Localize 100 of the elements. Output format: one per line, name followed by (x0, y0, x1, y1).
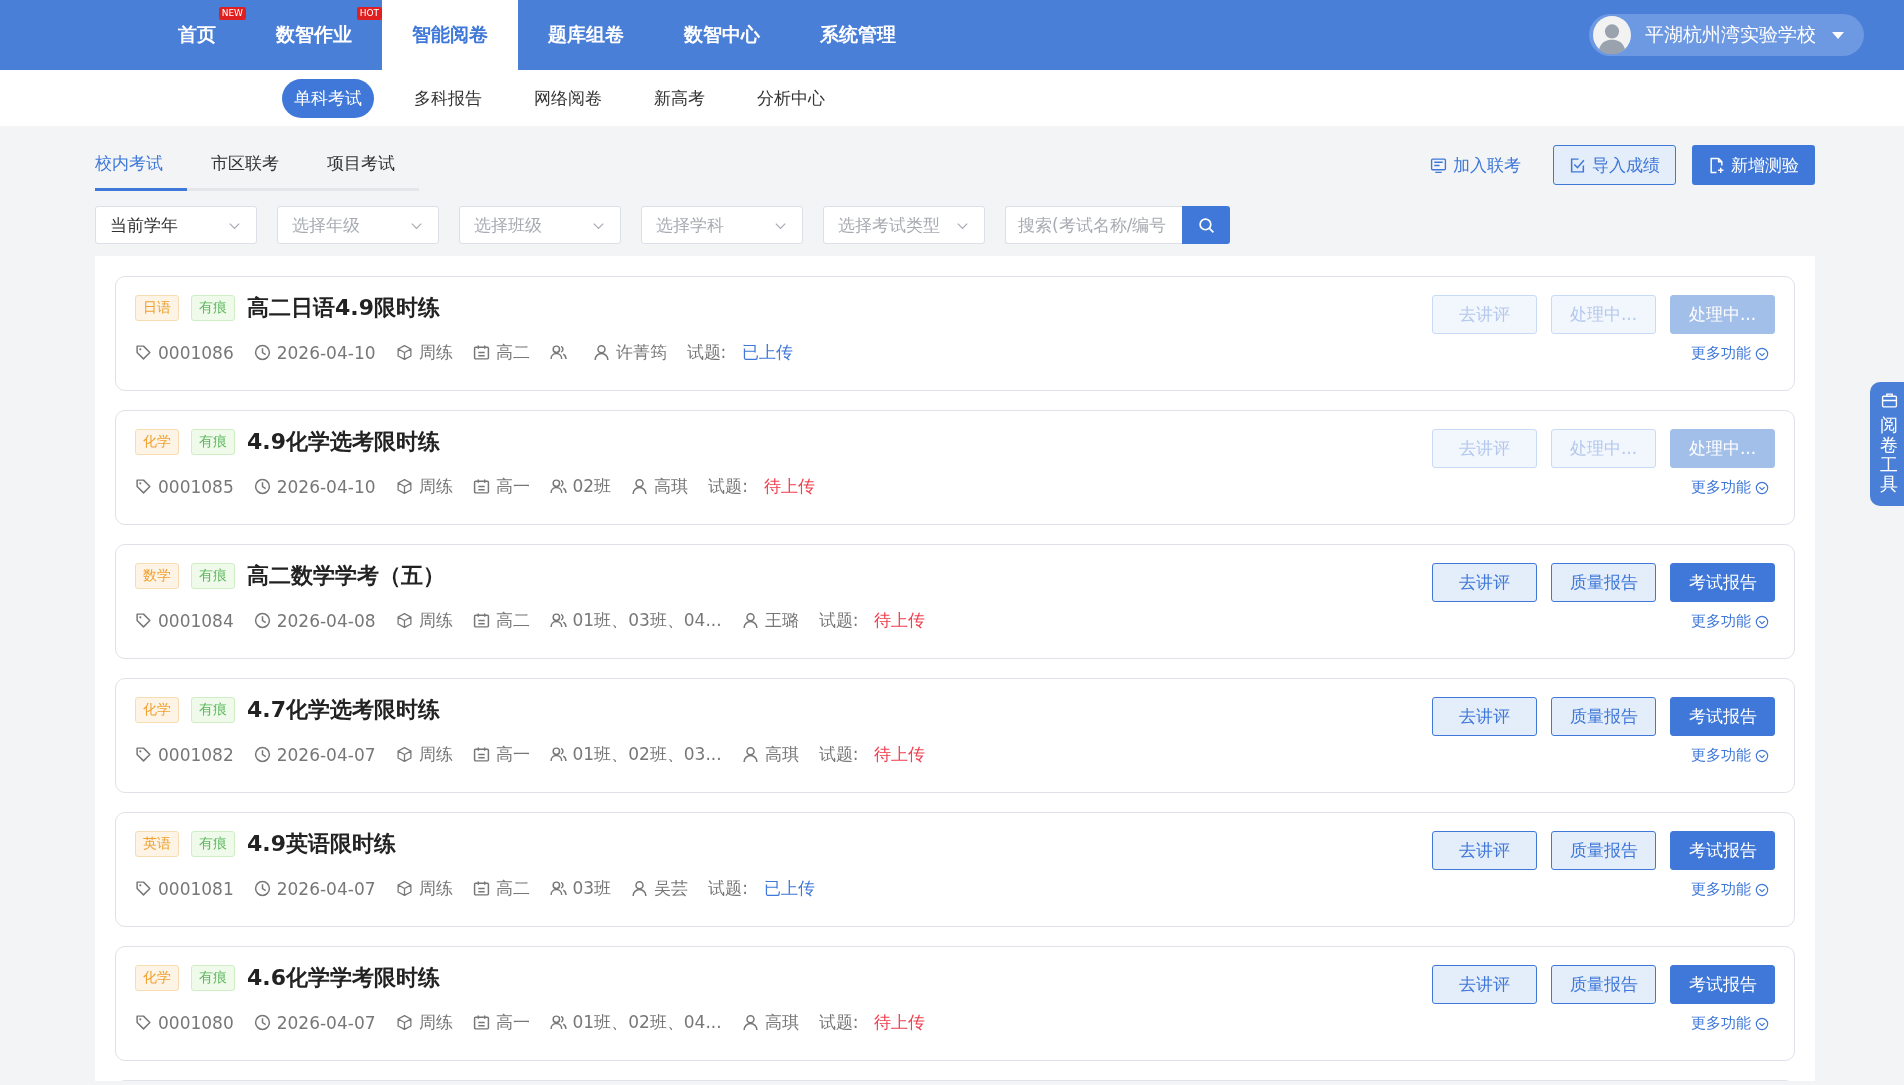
more-functions-link[interactable]: 更多功能 (1691, 344, 1769, 363)
chevron-circle-icon (1755, 346, 1769, 361)
exam-date: 2026-04-10 (276, 342, 376, 363)
exam-tab[interactable]: 市区联考 (187, 139, 303, 191)
tag-icon (135, 880, 152, 897)
action-button[interactable]: 质量报告 (1551, 563, 1656, 602)
exam-title[interactable]: 4.9化学选考限时练 (247, 427, 440, 457)
action-button[interactable]: 考试报告 (1670, 965, 1775, 1004)
search-field[interactable]: 搜索(考试名称/编号 (1005, 206, 1182, 244)
cube-icon (395, 612, 413, 629)
action-button[interactable]: 考试报告 (1670, 697, 1775, 736)
exam-code: 0001086 (158, 342, 234, 363)
chevron-circle-icon (1755, 882, 1769, 897)
select-field[interactable]: 当前学年 (95, 206, 257, 244)
people-icon (549, 880, 567, 897)
paper-label: 试题: (708, 877, 748, 900)
action-button[interactable]: 质量报告 (1551, 697, 1656, 736)
search-button[interactable] (1182, 206, 1230, 244)
person-icon (741, 746, 759, 763)
cube-icon (395, 880, 413, 897)
more-functions-link[interactable]: 更多功能 (1691, 612, 1769, 631)
import-button[interactable]: 导入成绩 (1553, 145, 1676, 185)
calendar-icon (472, 344, 490, 361)
grade-text: 高一 (495, 743, 530, 766)
exam-title[interactable]: 高二日语4.9限时练 (247, 293, 440, 323)
paper-status[interactable]: 待上传 (874, 743, 926, 766)
more-functions-link[interactable]: 更多功能 (1691, 880, 1769, 899)
action-button[interactable]: 去讲评 (1432, 831, 1537, 870)
subject-tag: 化学 (135, 429, 179, 455)
exam-title[interactable]: 4.7化学选考限时练 (247, 695, 440, 725)
paper-label: 试题: (818, 743, 859, 766)
user-menu[interactable]: 平湖杭州湾实验学校 (1589, 14, 1864, 56)
tag-icon (135, 344, 152, 361)
exam-title[interactable]: 高二数学学考（五） (247, 561, 445, 591)
exam-code: 0001084 (158, 610, 234, 631)
people-icon (549, 1014, 567, 1031)
cube-icon (395, 344, 413, 361)
paper-status[interactable]: 待上传 (874, 1011, 926, 1034)
action-button[interactable]: 去讲评 (1432, 965, 1537, 1004)
calendar-icon (472, 478, 490, 495)
side-tool-button[interactable]: 阅卷工具 (1870, 382, 1904, 507)
teacher-name: 吴芸 (654, 877, 689, 900)
person-icon (631, 880, 649, 897)
more-functions-link[interactable]: 更多功能 (1691, 1014, 1769, 1033)
exam-date: 2026-04-07 (276, 878, 376, 899)
select-field[interactable]: 选择年级 (277, 206, 439, 244)
paper-label: 试题: (818, 1011, 859, 1034)
exam-code: 0001082 (158, 744, 234, 765)
join-link[interactable]: 加入联考 (1414, 145, 1537, 185)
nav-tab[interactable]: 系统管理 (790, 0, 926, 70)
class-list: 01班、02班、03... (572, 743, 722, 766)
cube-icon (395, 478, 413, 495)
exam-tab[interactable]: 项目考试 (303, 139, 419, 191)
mark-tag: 有痕 (191, 295, 235, 321)
action-button[interactable]: 考试报告 (1670, 831, 1775, 870)
cube-icon (395, 1014, 413, 1031)
nav-tab[interactable]: 智能阅卷 (382, 0, 518, 70)
add-file-icon (1708, 156, 1725, 174)
grade-text: 高一 (495, 1011, 530, 1034)
chevron-circle-icon (1755, 748, 1769, 763)
screen-icon (1430, 156, 1447, 174)
action-button[interactable]: 质量报告 (1551, 965, 1656, 1004)
nav-tab[interactable]: 题库组卷 (518, 0, 654, 70)
select-field[interactable]: 选择考试类型 (823, 206, 985, 244)
exam-title[interactable]: 4.9英语限时练 (247, 829, 396, 859)
nav-tab[interactable]: 数智中心 (654, 0, 790, 70)
select-field[interactable]: 选择学科 (641, 206, 803, 244)
paper-status[interactable]: 待上传 (874, 609, 926, 632)
nav-tab[interactable]: 数智作业 (246, 0, 354, 70)
action-button[interactable]: 考试报告 (1670, 563, 1775, 602)
subject-tag: 数学 (135, 563, 179, 589)
paper-status[interactable]: 已上传 (742, 341, 794, 364)
tag-icon (135, 612, 152, 629)
action-button[interactable]: 质量报告 (1551, 831, 1656, 870)
exam-tab[interactable]: 校内考试 (95, 139, 187, 191)
subject-tag: 化学 (135, 697, 179, 723)
select-field[interactable]: 选择班级 (459, 206, 621, 244)
chevron-circle-icon (1755, 1016, 1769, 1031)
more-functions-link[interactable]: 更多功能 (1691, 746, 1769, 765)
calendar-icon (472, 880, 490, 897)
exam-title[interactable]: 4.6化学学考限时练 (247, 963, 440, 993)
mark-tag: 有痕 (191, 831, 235, 857)
people-icon (549, 746, 567, 763)
action-button[interactable]: 去讲评 (1432, 563, 1537, 602)
add-test-button[interactable]: 新增测验 (1692, 145, 1815, 185)
sub-nav-tab[interactable]: 单科考试 (282, 78, 374, 118)
exam-type: 周练 (418, 609, 453, 632)
more-functions-link[interactable]: 更多功能 (1691, 478, 1769, 497)
class-list: 01班、02班、04... (572, 1011, 722, 1034)
sub-nav-tab[interactable]: 分析中心 (745, 78, 837, 118)
paper-status[interactable]: 已上传 (763, 877, 815, 900)
paper-status[interactable]: 待上传 (763, 475, 815, 498)
action-button[interactable]: 去讲评 (1432, 697, 1537, 736)
cube-icon (395, 746, 413, 763)
teacher-name: 高琪 (654, 475, 689, 498)
tag-icon (135, 1014, 152, 1031)
sub-nav-tab[interactable]: 网络阅卷 (522, 78, 614, 118)
nav-tab[interactable]: 首页 (148, 0, 218, 70)
sub-nav-tab[interactable]: 新高考 (642, 78, 717, 118)
sub-nav-tab[interactable]: 多科报告 (402, 78, 494, 118)
